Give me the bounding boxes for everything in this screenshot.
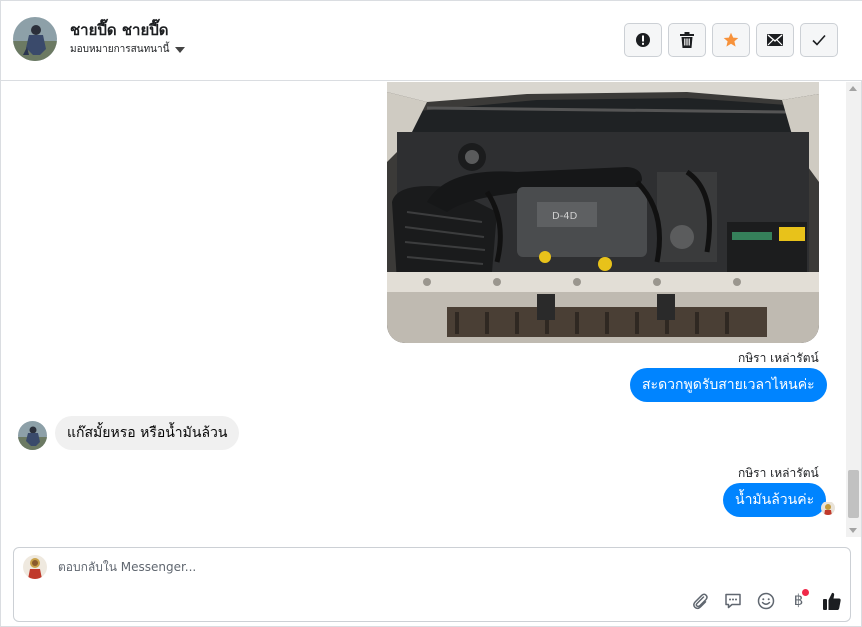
thumbs-up-icon <box>822 592 841 610</box>
mark-unread-button[interactable] <box>756 23 794 57</box>
contact-avatar-small[interactable] <box>18 421 47 450</box>
contact-avatar[interactable] <box>13 17 57 61</box>
star-icon <box>723 32 739 47</box>
delete-button[interactable] <box>668 23 706 57</box>
message-scrollbar[interactable] <box>846 82 861 537</box>
sender-name: กษิรา เหล่ารัตน์ <box>738 466 819 480</box>
reply-composer: ฿ <box>13 547 851 622</box>
like-button[interactable] <box>821 590 842 611</box>
paperclip-icon <box>692 593 708 609</box>
assign-label: มอบหมายการสนทนานี้ <box>70 44 170 55</box>
message-list[interactable]: D-4D กษิรา เหล่ารัตน์ สะดวกพูดรับสายเวลา… <box>1 82 846 537</box>
envelope-icon <box>767 34 783 46</box>
alert-circle-icon <box>636 33 650 47</box>
engine-bay-photo[interactable]: D-4D <box>387 82 819 343</box>
payment-button[interactable]: ฿ <box>788 589 809 611</box>
seen-avatar <box>821 501 835 515</box>
assign-conversation-dropdown[interactable]: มอบหมายการสนทนานี้ <box>70 42 186 57</box>
check-icon <box>812 34 826 46</box>
svg-text:D-4D: D-4D <box>552 211 578 222</box>
incoming-message[interactable]: แก๊สมั้ยหรอ หรือน้ำมันล้วน <box>55 416 240 450</box>
scroll-down-arrow-icon[interactable] <box>849 528 857 533</box>
contact-name[interactable]: ชายปี๊ด ชายปี๊ด <box>70 18 169 42</box>
sender-name: กษิรา เหล่ารัตน์ <box>738 351 819 365</box>
page-avatar <box>23 555 47 579</box>
composer-tools: ฿ <box>689 589 842 611</box>
attach-button[interactable] <box>689 590 710 611</box>
outgoing-message[interactable]: สะดวกพูดรับสายเวลาไหนค่ะ <box>630 368 827 402</box>
baht-icon: ฿ <box>793 591 804 609</box>
smiley-icon <box>757 592 774 609</box>
outgoing-message[interactable]: น้ำมันล้วนค่ะ <box>723 483 827 517</box>
caret-down-icon <box>175 46 186 53</box>
reply-input[interactable] <box>58 560 658 574</box>
trash-icon <box>680 32 694 48</box>
chat-bubble-icon <box>724 593 741 608</box>
notification-dot <box>802 589 809 596</box>
star-button[interactable] <box>712 23 750 57</box>
spam-button[interactable] <box>624 23 662 57</box>
scroll-thumb[interactable] <box>848 470 859 518</box>
conversation-header: ชายปี๊ด ชายปี๊ด มอบหมายการสนทนานี้ <box>1 1 862 81</box>
emoji-button[interactable] <box>755 590 776 611</box>
scroll-up-arrow-icon[interactable] <box>849 86 857 91</box>
saved-replies-button[interactable] <box>722 590 743 611</box>
mark-done-button[interactable] <box>800 23 838 57</box>
conversation-actions <box>624 23 838 57</box>
messenger-conversation-window: ชายปี๊ด ชายปี๊ด มอบหมายการสนทนานี้ D-4D … <box>0 0 862 627</box>
